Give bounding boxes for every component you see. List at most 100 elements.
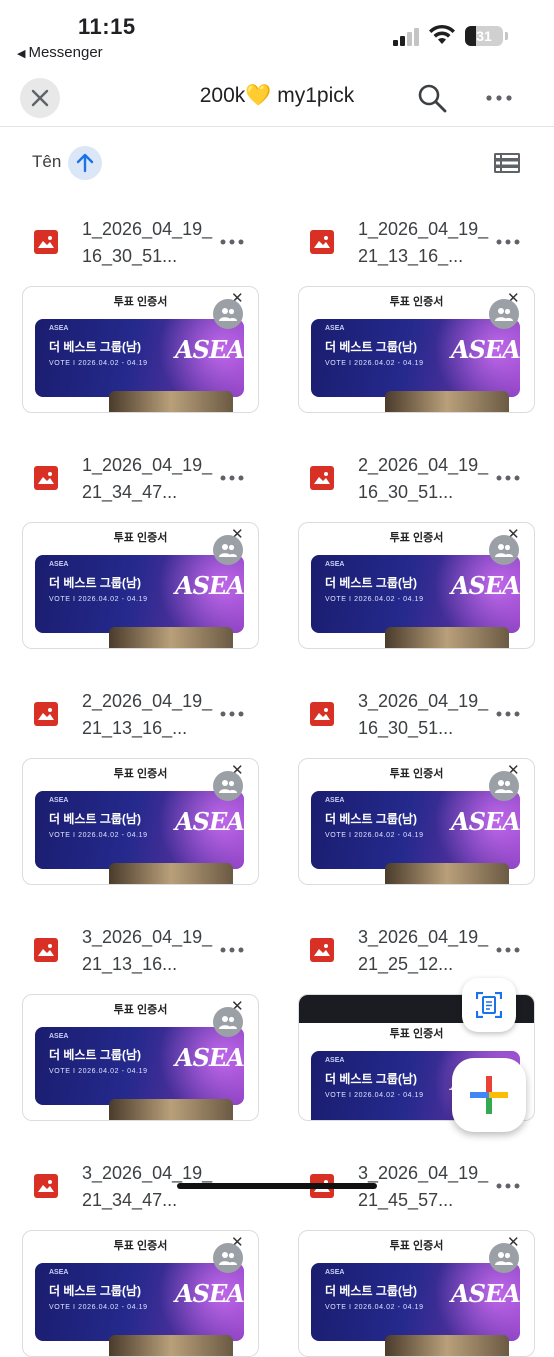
banner-headline: 더 베스트 그룹(남) [49,340,141,354]
file-thumbnail[interactable]: 투표 인증서 ✕ ASEA 더 베스트 그룹(남) VOTE I 2026.04.02 … [22,758,259,885]
banner-brand: ASEA [325,325,345,332]
thumbnail-photo [385,627,509,648]
asea-logo: ASEA [175,571,244,600]
battery-icon: 31 [465,26,503,46]
banner-brand: ASEA [325,1269,345,1276]
wifi-icon [429,24,455,44]
thumbnail-photo [385,863,509,884]
file-name: 1_2026_04_19_21_34_47... [82,455,213,502]
banner-vote-dates: VOTE I 2026.04.02 - 04.19 [49,832,148,839]
close-button[interactable] [20,78,60,118]
people-icon [213,535,243,565]
vote-banner: ASEA 더 베스트 그룹(남) VOTE I 2026.04.02 - 04.19… [35,555,244,633]
file-more-icon[interactable] [494,468,522,488]
asea-logo: ASEA [451,807,520,836]
banner-headline: 더 베스트 그룹(남) [49,1048,141,1062]
banner-vote-dates: VOTE I 2026.04.02 - 04.19 [325,596,424,603]
battery-level: 31 [476,28,492,44]
file-name: 1_2026_04_19_21_13_16_... [358,219,489,266]
scan-document-icon [476,992,502,1018]
file-card[interactable]: 1_2026_04_19_21_13_16_... 투표 인증서 ✕ ASEA 더 베스… [298,200,554,413]
people-icon [213,1007,243,1037]
banner-vote-dates: VOTE I 2026.04.02 - 04.19 [49,1304,148,1311]
sort-direction-button[interactable] [68,146,102,180]
vote-banner: ASEA 더 베스트 그룹(남) VOTE I 2026.04.02 - 04.19… [311,555,520,633]
status-bar: 11:15 ◀ Messenger 31 [0,0,554,66]
vote-banner: ASEA 더 베스트 그룹(남) VOTE I 2026.04.02 - 04.19… [35,791,244,869]
more-options-icon[interactable] [484,86,514,110]
thumbnail-photo [109,1335,233,1356]
banner-headline: 더 베스트 그룹(남) [325,340,417,354]
vote-banner: ASEA 더 베스트 그룹(남) VOTE I 2026.04.02 - 04.19… [311,319,520,397]
plus-icon [470,1076,508,1114]
list-view-icon[interactable] [494,152,520,174]
back-app-label: Messenger [28,44,103,61]
thumbnail-photo [109,391,233,412]
file-more-icon[interactable] [218,940,246,960]
image-file-icon [34,230,58,254]
file-card[interactable]: 3_2026_04_19_21_13_16... 투표 인증서 ✕ ASEA 더 베스트… [22,908,284,1121]
file-card[interactable]: 2_2026_04_19_16_30_51... 투표 인증서 ✕ ASEA 더 베스트… [298,436,554,649]
banner-headline: 더 베스트 그룹(남) [49,1284,141,1298]
thumbnail-photo [109,863,233,884]
file-more-icon[interactable] [494,704,522,724]
close-icon [31,89,49,107]
banner-vote-dates: VOTE I 2026.04.02 - 04.19 [49,360,148,367]
asea-logo: ASEA [175,1043,244,1072]
file-more-icon[interactable] [494,940,522,960]
file-thumbnail[interactable]: 투표 인증서 ✕ ASEA 더 베스트 그룹(남) VOTE I 2026.04.02 … [298,522,535,649]
file-thumbnail[interactable]: 투표 인증서 ✕ ASEA 더 베스트 그룹(남) VOTE I 2026.04.02 … [22,994,259,1121]
banner-vote-dates: VOTE I 2026.04.02 - 04.19 [325,832,424,839]
file-thumbnail[interactable]: 투표 인증서 ✕ ASEA 더 베스트 그룹(남) VOTE I 2026.04.02 … [298,286,535,413]
asea-logo: ASEA [175,1279,244,1308]
file-card[interactable]: 1_2026_04_19_21_34_47... 투표 인증서 ✕ ASEA 더 베스트… [22,436,284,649]
back-triangle-icon: ◀ [17,48,26,60]
search-icon[interactable] [416,82,448,114]
banner-vote-dates: VOTE I 2026.04.02 - 04.19 [325,1304,424,1311]
asea-logo: ASEA [451,335,520,364]
folder-header: 200k💛 my1pick [0,70,554,127]
status-time: 11:15 [78,14,136,39]
file-more-icon[interactable] [218,704,246,724]
banner-brand: ASEA [49,561,69,568]
thumbnail-photo [109,1099,233,1120]
banner-brand: ASEA [49,325,69,332]
folder-title: 200k💛 my1pick [199,84,355,107]
vote-banner: ASEA 더 베스트 그룹(남) VOTE I 2026.04.02 - 04.19… [35,1027,244,1105]
file-card[interactable]: 3_2026_04_19_16_30_51... 투표 인증서 ✕ ASEA 더 베스트… [298,672,554,885]
thumbnail-photo [385,1335,509,1356]
file-thumbnail[interactable]: 투표 인증서 ✕ ASEA 더 베스트 그룹(남) VOTE I 2026.04.02 … [22,286,259,413]
banner-headline: 더 베스트 그룹(남) [325,812,417,826]
banner-brand: ASEA [325,1057,345,1064]
asea-logo: ASEA [451,1279,520,1308]
file-more-icon[interactable] [494,232,522,252]
new-button[interactable] [452,1058,526,1132]
people-icon [213,1243,243,1273]
file-thumbnail[interactable]: 투표 인증서 ✕ ASEA 더 베스트 그룹(남) VOTE I 2026.04.02 … [22,1230,259,1357]
file-more-icon[interactable] [494,1176,522,1196]
file-card[interactable]: 1_2026_04_19_16_30_51... 투표 인증서 ✕ ASEA 더 베스트… [22,200,284,413]
people-icon [489,299,519,329]
sort-by-name-button[interactable]: Tên [32,152,61,172]
file-thumbnail[interactable]: 투표 인증서 ✕ ASEA 더 베스트 그룹(남) VOTE I 2026.04.02 … [298,758,535,885]
banner-vote-dates: VOTE I 2026.04.02 - 04.19 [49,596,148,603]
file-thumbnail[interactable]: 투표 인증서 ✕ ASEA 더 베스트 그룹(남) VOTE I 2026.04.02 … [22,522,259,649]
back-to-app-link[interactable]: ◀ Messenger [17,44,103,61]
file-name: 3_2026_04_19_21_45_57... [358,1163,489,1210]
file-thumbnail[interactable]: 투표 인증서 ✕ ASEA 더 베스트 그룹(남) VOTE I 2026.04.02 … [298,1230,535,1357]
file-card[interactable]: 3_2026_04_19_21_34_47... 투표 인증서 ✕ ASEA 더 베스트… [22,1144,284,1357]
scan-button[interactable] [462,978,516,1032]
file-name: 2_2026_04_19_16_30_51... [358,455,489,502]
file-more-icon[interactable] [218,232,246,252]
banner-headline: 더 베스트 그룹(남) [49,812,141,826]
banner-brand: ASEA [49,797,69,804]
file-name: 3_2026_04_19_21_25_12... [358,927,489,974]
people-icon [489,1243,519,1273]
banner-brand: ASEA [325,561,345,568]
file-more-icon[interactable] [218,468,246,488]
file-card[interactable]: 3_2026_04_19_21_45_57... 투표 인증서 ✕ ASEA 더 베스트… [298,1144,554,1357]
banner-headline: 더 베스트 그룹(남) [325,576,417,590]
cellular-signal-icon [393,28,421,46]
banner-vote-dates: VOTE I 2026.04.02 - 04.19 [325,1092,424,1099]
file-card[interactable]: 2_2026_04_19_21_13_16_... 투표 인증서 ✕ ASEA 더 베스… [22,672,284,885]
